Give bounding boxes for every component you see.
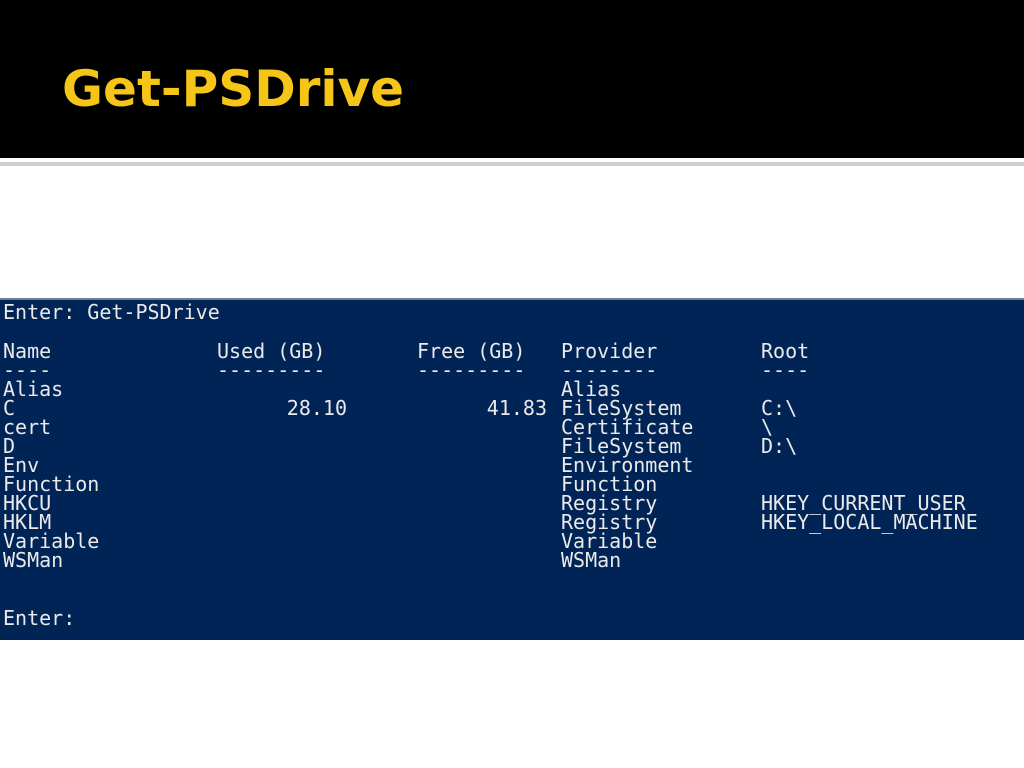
separator-root: ---- [761,358,810,382]
table-row: WSMan WSMan [3,550,621,570]
drive-root: HKEY_LOCAL_MACHINE [761,510,978,534]
command-line: Enter: Get-PSDrive [3,300,220,324]
console-window[interactable]: Enter: Get-PSDrive Name Used (GB) Free (… [0,298,1024,640]
slide-header: Get-PSDrive [0,0,1024,158]
drive-provider: WSMan [561,548,622,572]
drive-root: D:\ [761,434,798,458]
header-divider [0,162,1024,166]
console-prompt[interactable]: Enter: [3,608,75,628]
separator-used: --------- [217,358,326,382]
drive-free: 41.83 [486,396,547,420]
separator-free: --------- [417,358,526,382]
drive-name: WSMan [3,548,64,572]
drive-used: 28.10 [286,396,347,420]
slide-title: Get-PSDrive [62,60,405,118]
